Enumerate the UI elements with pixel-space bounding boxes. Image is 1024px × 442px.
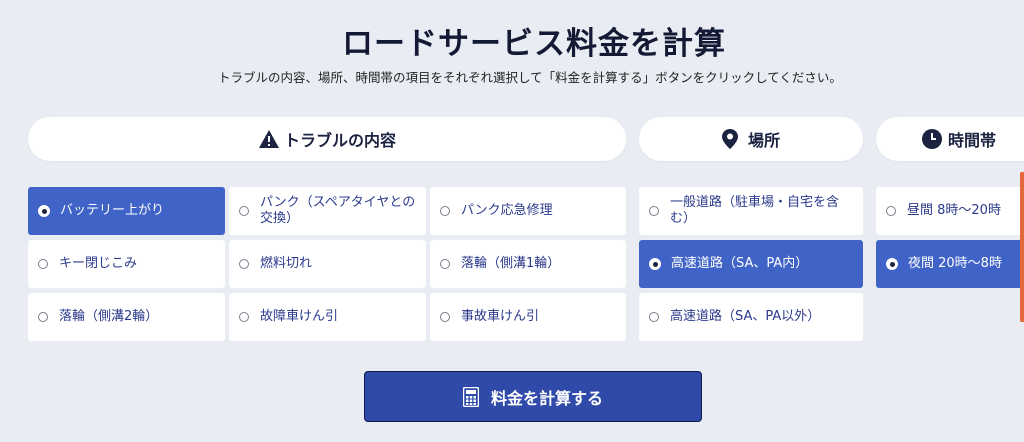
warning-icon (258, 129, 280, 149)
option-label: 故障車けん引 (260, 309, 339, 324)
category-label-location: 場所 (747, 131, 780, 150)
radio-button[interactable] (886, 206, 896, 216)
radio-button[interactable] (239, 259, 249, 269)
radio-button[interactable] (440, 312, 450, 322)
radio-button[interactable] (239, 312, 249, 322)
time-option-nighttime[interactable]: 夜間 20時〜8時 (876, 240, 1024, 288)
page-title: ロードサービス料金を計算 (342, 26, 726, 62)
radio-button[interactable] (440, 206, 450, 216)
radio-button[interactable] (886, 258, 898, 270)
option-label: バッテリー上がり (60, 203, 165, 218)
option-label: 高速道路（SA、PA内） (671, 256, 809, 271)
clock-icon (922, 129, 942, 149)
radio-button[interactable] (440, 259, 450, 269)
radio-button[interactable] (239, 206, 249, 216)
radio-button[interactable] (649, 206, 659, 216)
category-header-location: 場所 (639, 117, 863, 161)
radio-button[interactable] (38, 312, 48, 322)
calculate-button[interactable]: 料金を計算する (364, 371, 702, 422)
trouble-option-flat-spare[interactable]: パンク（スペアタイヤとの交換） (229, 187, 426, 235)
calculate-button-label: 料金を計算する (490, 388, 603, 408)
trouble-option-breakdown-tow[interactable]: 故障車けん引 (229, 293, 426, 341)
trouble-option-out-of-fuel[interactable]: 燃料切れ (229, 240, 426, 288)
option-label: パンク（スペアタイヤとの交換） (260, 195, 416, 226)
location-option-general-road[interactable]: 一般道路（駐車場・自宅を含む） (639, 187, 863, 235)
option-label: 落輪（側溝1輪） (461, 256, 561, 271)
category-header-time: 時間帯 (876, 117, 1024, 161)
location-option-expressway-sa-pa[interactable]: 高速道路（SA、PA内） (639, 240, 863, 288)
option-label: パンク応急修理 (461, 203, 553, 218)
location-option-expressway-other[interactable]: 高速道路（SA、PA以外） (639, 293, 863, 341)
radio-button[interactable] (38, 259, 48, 269)
option-label: 事故車けん引 (461, 309, 540, 324)
radio-button[interactable] (649, 258, 661, 270)
option-label: 夜間 20時〜8時 (908, 256, 1002, 271)
trouble-option-accident-tow[interactable]: 事故車けん引 (430, 293, 626, 341)
category-label-trouble: トラブルの内容 (283, 131, 396, 150)
location-pin-icon (721, 129, 738, 149)
option-label: 高速道路（SA、PA以外） (670, 309, 821, 324)
option-label: 昼間 8時〜20時 (907, 203, 1001, 218)
calculator-icon (462, 386, 479, 407)
category-header-trouble: トラブルの内容 (28, 117, 626, 161)
trouble-option-battery[interactable]: バッテリー上がり (28, 187, 225, 235)
trouble-option-key-lockout[interactable]: キー閉じこみ (28, 240, 225, 288)
side-panel-tab[interactable] (1020, 172, 1024, 322)
radio-button[interactable] (38, 205, 50, 217)
option-label: 燃料切れ (260, 256, 313, 271)
category-label-time: 時間帯 (948, 131, 997, 150)
option-label: 落輪（側溝2輪） (59, 309, 159, 324)
radio-button[interactable] (649, 312, 659, 322)
time-option-daytime[interactable]: 昼間 8時〜20時 (876, 187, 1024, 235)
trouble-option-flat-repair[interactable]: パンク応急修理 (430, 187, 626, 235)
page-instructions: トラブルの内容、場所、時間帯の項目をそれぞれ選択して「料金を計算する」ボタンをク… (218, 70, 842, 85)
trouble-option-ditch-1-wheel[interactable]: 落輪（側溝1輪） (430, 240, 626, 288)
option-label: 一般道路（駐車場・自宅を含む） (670, 195, 840, 226)
option-label: キー閉じこみ (59, 256, 138, 271)
trouble-option-ditch-2-wheels[interactable]: 落輪（側溝2輪） (28, 293, 225, 341)
